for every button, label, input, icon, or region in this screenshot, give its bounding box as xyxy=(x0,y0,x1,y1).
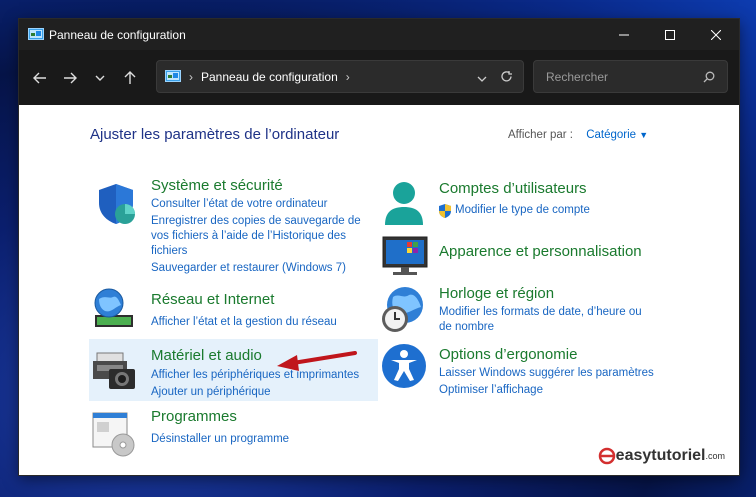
link-check-status[interactable]: Consulter l’état de votre ordinateur xyxy=(151,197,327,212)
link-backup-restore[interactable]: Sauvegarder et restaurer (Windows 7) xyxy=(151,261,346,276)
link-change-account-type[interactable]: Modifier le type de compte xyxy=(455,203,590,218)
accessibility-icon xyxy=(382,344,426,388)
clock-region-icon xyxy=(382,287,423,332)
view-by-dropdown[interactable]: Catégorie ▼ xyxy=(586,129,648,141)
title-bar: Panneau de configuration xyxy=(19,19,739,50)
category-title-user-accounts[interactable]: Comptes d’utilisateurs xyxy=(439,180,587,197)
link-optimize-display[interactable]: Optimiser l’affichage xyxy=(439,383,543,398)
watermark-suffix: .com xyxy=(705,451,725,461)
link-add-device[interactable]: Ajouter un périphérique xyxy=(151,385,271,400)
link-date-time-formats[interactable]: de nombre xyxy=(439,320,494,335)
control-panel-icon xyxy=(28,27,44,40)
link-backup-history[interactable]: vos fichiers à l’aide de l’Historique de… xyxy=(151,229,346,244)
link-network-status[interactable]: Afficher l’état et la gestion du réseau xyxy=(151,315,337,330)
close-button[interactable] xyxy=(693,19,739,50)
category-title-clock-region[interactable]: Horloge et région xyxy=(439,285,554,302)
maximize-button[interactable] xyxy=(647,19,693,50)
network-globe-icon xyxy=(94,288,133,327)
red-arrow-annotation xyxy=(277,351,357,371)
control-panel-icon xyxy=(165,69,181,82)
view-by: Afficher par : Catégorie ▼ xyxy=(508,129,648,141)
search-icon[interactable] xyxy=(703,71,715,83)
chevron-down-icon xyxy=(95,75,105,81)
view-by-label: Afficher par : xyxy=(508,129,573,141)
link-windows-suggest-settings[interactable]: Laisser Windows suggérer les paramètres xyxy=(439,366,654,381)
window-title: Panneau de configuration xyxy=(49,27,186,42)
shield-icon xyxy=(99,184,135,224)
breadcrumb-control-panel[interactable]: Panneau de configuration xyxy=(201,70,338,84)
programs-icon xyxy=(92,412,135,457)
link-uninstall-program[interactable]: Désinstaller un programme xyxy=(151,432,289,447)
back-button[interactable] xyxy=(25,72,55,84)
link-date-time-formats[interactable]: Modifier les formats de date, d’heure ou xyxy=(439,305,642,320)
chevron-right-icon[interactable]: › xyxy=(346,70,350,84)
search-input[interactable] xyxy=(544,68,698,85)
up-button[interactable] xyxy=(115,70,145,85)
category-title-appearance[interactable]: Apparence et personnalisation xyxy=(439,243,642,260)
user-account-icon xyxy=(385,182,423,225)
navigation-bar: › Panneau de configuration › xyxy=(19,50,739,105)
link-backup-history[interactable]: Enregistrer des copies de sauvegarde de xyxy=(151,214,361,229)
view-by-value[interactable]: Catégorie xyxy=(586,129,636,141)
easytutoriel-logo-icon xyxy=(598,447,615,465)
forward-button[interactable] xyxy=(55,72,85,84)
close-icon xyxy=(711,29,721,40)
refresh-button[interactable] xyxy=(500,70,513,86)
minimize-icon xyxy=(619,34,629,35)
refresh-icon xyxy=(501,71,512,82)
printer-camera-icon xyxy=(93,352,135,389)
address-dropdown-button[interactable] xyxy=(477,72,487,86)
category-title-system-security[interactable]: Système et sécurité xyxy=(151,177,283,194)
triangle-down-icon: ▼ xyxy=(639,130,649,140)
arrow-left-icon xyxy=(33,72,46,83)
maximize-icon xyxy=(665,29,675,40)
address-bar[interactable]: › Panneau de configuration › xyxy=(156,60,524,93)
window-controls xyxy=(601,19,739,50)
category-title-network[interactable]: Réseau et Internet xyxy=(151,291,274,308)
appearance-icon xyxy=(382,236,428,275)
content-area: Ajuster les paramètres de l’ordinateur A… xyxy=(19,105,739,475)
watermark-logo: easytutoriel .com xyxy=(598,447,725,465)
arrow-up-icon xyxy=(124,70,136,84)
minimize-button[interactable] xyxy=(601,19,647,50)
search-box[interactable] xyxy=(533,60,728,93)
page-title: Ajuster les paramètres de l’ordinateur xyxy=(90,126,340,143)
category-title-hardware-sound[interactable]: Matériel et audio xyxy=(151,347,262,364)
category-title-ease-of-access[interactable]: Options d’ergonomie xyxy=(439,346,577,363)
control-panel-window: Panneau de configuration › Panneau de co… xyxy=(19,19,739,475)
chevron-right-icon: › xyxy=(189,69,193,84)
uac-shield-icon xyxy=(439,204,451,218)
watermark-text: easytutoriel xyxy=(615,447,706,464)
arrow-right-icon xyxy=(64,72,77,83)
recent-locations-button[interactable] xyxy=(85,74,115,82)
chevron-down-icon xyxy=(477,76,487,82)
link-backup-history[interactable]: fichiers xyxy=(151,244,187,259)
category-title-programs[interactable]: Programmes xyxy=(151,408,237,425)
